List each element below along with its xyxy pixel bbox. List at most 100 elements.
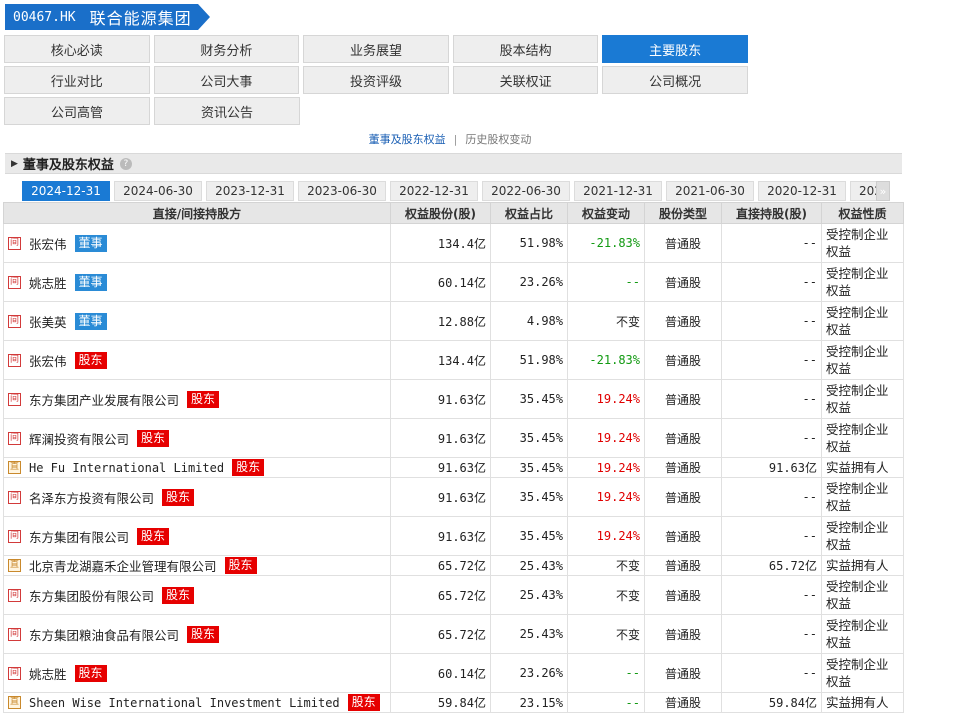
date-tab[interactable]: 2024-12-31 <box>22 181 110 201</box>
holder-name[interactable]: 张美英 <box>29 312 67 331</box>
nav-tab[interactable]: 业务展望 <box>303 35 449 63</box>
date-tab[interactable]: 2023-06-30 <box>298 181 386 201</box>
holder-name[interactable]: Sheen Wise International Investment Limi… <box>29 696 340 710</box>
direct-holding-icon: 直 <box>8 461 21 474</box>
equity-shares: 91.63亿 <box>390 379 491 419</box>
question-circle-icon[interactable]: ? <box>119 157 132 170</box>
holder-cell: 间东方集团产业发展有限公司 股东 <box>3 379 391 419</box>
table-row: 直 Sheen Wise International Investment Lim… <box>3 692 904 713</box>
holdings-table: 直接/间接持股方 权益股份(股) 权益占比 权益变动 股份类型 直接持股(股) … <box>3 202 904 713</box>
nav-tab[interactable]: 股本结构 <box>452 35 599 63</box>
direct-shares: -- <box>721 614 822 654</box>
direct-holding-icon: 直 <box>8 559 21 572</box>
equity-shares: 134.4亿 <box>390 340 491 380</box>
direct-shares: 59.84亿 <box>721 692 822 713</box>
table-row: 间辉澜投资有限公司 股东 91.63亿 35.45% 19.24% 普通股 -- 受控制企业权… <box>3 418 904 458</box>
col-header-type[interactable]: 股份类型 <box>644 202 722 224</box>
holder-name[interactable]: 张宏伟 <box>29 234 67 253</box>
equity-percent: 23.26% <box>490 262 568 302</box>
holder-name[interactable]: 辉澜投资有限公司 <box>29 429 129 448</box>
company-name: 联合能源集团 <box>89 9 192 28</box>
nav-tab[interactable]: 投资评级 <box>303 66 449 94</box>
equity-nature: 受控制企业权益 <box>821 379 904 419</box>
equity-shares: 134.4亿 <box>390 223 491 263</box>
direct-shares: -- <box>721 477 822 517</box>
equity-percent: 25.43% <box>490 575 568 615</box>
holder-name[interactable]: 东方集团粮油食品有限公司 <box>29 625 179 644</box>
direct-shares: -- <box>721 575 822 615</box>
holder-name[interactable]: 姚志胜 <box>29 664 67 683</box>
holder-name[interactable]: 北京青龙湖嘉禾企业管理有限公司 <box>29 556 217 575</box>
section-header[interactable]: ▶ 董事及股东权益 ? <box>5 153 902 174</box>
holder-name[interactable]: 名泽东方投资有限公司 <box>29 488 154 507</box>
date-tab[interactable]: 2021-06-30 <box>666 181 754 201</box>
nav-tab[interactable]: 财务分析 <box>153 35 300 63</box>
nav-tab[interactable]: 关联权证 <box>452 66 599 94</box>
holder-name[interactable]: 东方集团股份有限公司 <box>29 586 154 605</box>
holder-cell: 直 Sheen Wise International Investment Lim… <box>3 692 391 713</box>
table-row: 直 He Fu International Limited 股东 91.63亿 35.4… <box>3 457 904 478</box>
holder-name[interactable]: 东方集团有限公司 <box>29 527 129 546</box>
nav-tab[interactable]: 资讯公告 <box>154 97 300 125</box>
date-tab[interactable]: 2022-12-31 <box>390 181 478 201</box>
date-tab[interactable]: 2021-12-31 <box>574 181 662 201</box>
equity-percent: 35.45% <box>490 516 568 556</box>
date-tab[interactable]: 2020-12-31 <box>758 181 846 201</box>
col-header-change[interactable]: 权益变动 <box>567 202 645 224</box>
equity-nature: 受控制企业权益 <box>821 653 904 693</box>
link-history-equity-change[interactable]: 历史股权变动 <box>465 133 531 146</box>
date-tab[interactable]: 2024-06-30 <box>114 181 202 201</box>
indirect-holding-icon: 间 <box>8 588 21 602</box>
equity-percent: 35.45% <box>490 379 568 419</box>
equity-shares: 65.72亿 <box>390 575 491 615</box>
date-tab[interactable]: 2022-06-30 <box>482 181 570 201</box>
indirect-holding-icon: 间 <box>8 627 21 641</box>
role-badge: 股东 <box>162 586 195 604</box>
holder-name[interactable]: 张宏伟 <box>29 351 67 370</box>
equity-nature: 受控制企业权益 <box>821 223 904 263</box>
role-badge: 股东 <box>187 625 220 643</box>
nav-tab[interactable]: 公司概况 <box>602 66 748 94</box>
holder-cell: 间姚志胜 董事 <box>3 262 391 302</box>
direct-shares: -- <box>721 262 822 302</box>
col-header-direct[interactable]: 直接持股(股) <box>721 202 822 224</box>
equity-shares: 91.63亿 <box>390 477 491 517</box>
col-header-holder[interactable]: 直接/间接持股方 <box>3 202 391 224</box>
col-header-shares[interactable]: 权益股份(股) <box>390 202 491 224</box>
nav-tab[interactable]: 公司高管 <box>4 97 150 125</box>
equity-shares: 60.14亿 <box>390 653 491 693</box>
nav-tab[interactable]: 行业对比 <box>4 66 150 94</box>
equity-percent: 35.45% <box>490 418 568 458</box>
col-header-percent[interactable]: 权益占比 <box>490 202 568 224</box>
equity-change: 19.24% <box>567 516 645 556</box>
table-row: 间张宏伟 股东 134.4亿 51.98% -21.83% 普通股 -- 受控制企业权益 <box>3 340 904 380</box>
holder-cell: 间张宏伟 董事 <box>3 223 391 263</box>
col-header-nature[interactable]: 权益性质 <box>821 202 904 224</box>
holder-name[interactable]: 姚志胜 <box>29 273 67 292</box>
nav-tab[interactable]: 公司大事 <box>153 66 300 94</box>
nav-tab[interactable]: 主要股东 <box>602 35 748 63</box>
indirect-holding-icon: 间 <box>8 236 21 250</box>
table-row: 间东方集团粮油食品有限公司 股东 65.72亿 25.43% 不变 普通股 -- 受控制企业权… <box>3 614 904 654</box>
holder-name[interactable]: 东方集团产业发展有限公司 <box>29 390 179 409</box>
share-type: 普通股 <box>644 614 722 654</box>
scroll-right-icon[interactable]: » <box>876 181 890 201</box>
equity-nature: 受控制企业权益 <box>821 477 904 517</box>
role-badge: 股东 <box>232 459 265 476</box>
equity-shares: 65.72亿 <box>390 614 491 654</box>
role-badge: 股东 <box>224 557 257 574</box>
link-director-shareholder-equity[interactable]: 董事及股东权益 <box>369 133 446 146</box>
direct-shares: -- <box>721 379 822 419</box>
equity-change: -21.83% <box>567 340 645 380</box>
equity-nature: 受控制企业权益 <box>821 340 904 380</box>
holder-name[interactable]: He Fu International Limited <box>29 461 224 475</box>
holder-cell: 间辉澜投资有限公司 股东 <box>3 418 391 458</box>
direct-holding-icon: 直 <box>8 696 21 709</box>
nav-tab[interactable]: 核心必读 <box>4 35 150 63</box>
equity-shares: 91.63亿 <box>390 516 491 556</box>
date-tab[interactable]: 2023-12-31 <box>206 181 294 201</box>
equity-change: 不变 <box>567 614 645 654</box>
table-row: 间张美英 董事 12.88亿 4.98% 不变 普通股 -- 受控制企业权益 <box>3 301 904 341</box>
equity-change: 19.24% <box>567 477 645 517</box>
indirect-holding-icon: 间 <box>8 529 21 543</box>
